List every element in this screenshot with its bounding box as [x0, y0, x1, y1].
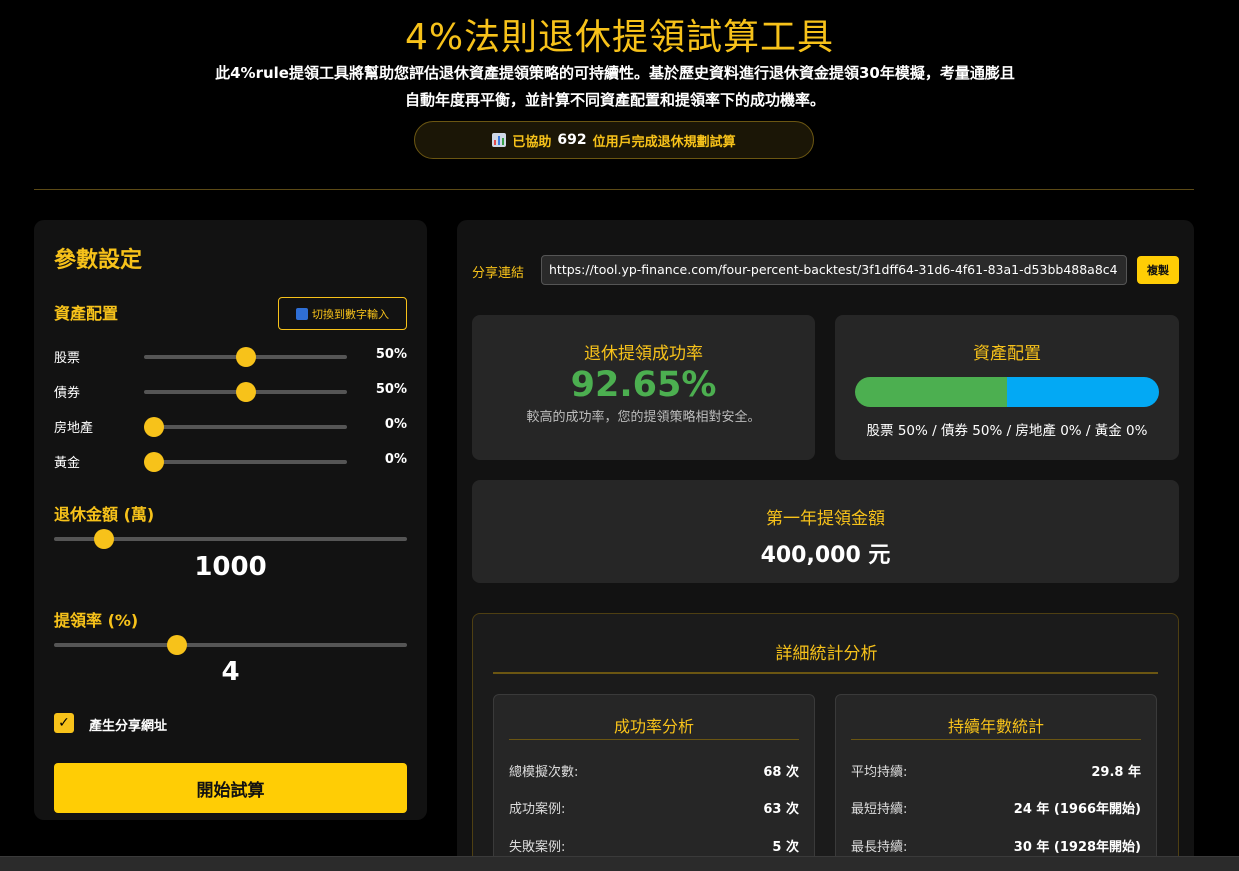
asset-row: 債券 50%	[54, 381, 407, 402]
withdrawal-rate-value: 4	[221, 657, 240, 687]
detail-stats-title: 詳細統計分析	[775, 644, 878, 664]
share-url-checkbox-label: 產生分享網址	[89, 719, 168, 734]
first-year-amount: 400,000 元	[760, 543, 891, 568]
asset-row: 股票 50%	[54, 346, 407, 367]
bar-chart-emoji-icon	[492, 133, 507, 147]
slider-track	[54, 643, 407, 647]
allocation-section-title: 資產配置	[54, 304, 119, 323]
stat-label: 最短持續:	[851, 802, 908, 817]
asset-value: 0%	[384, 452, 407, 467]
asset-row: 房地產 0%	[54, 416, 407, 437]
stat-label: 失敗案例:	[509, 840, 566, 855]
switch-button-label: 切換到數字輸入	[312, 307, 389, 321]
allocation-card: 資產配置 股票 50% / 債券 50% / 房地產 0% / 黃金 0%	[835, 315, 1179, 460]
stat-value: 30 年 (1928年開始)	[1013, 840, 1141, 855]
success-rate-card: 退休提領成功率 92.65% 較高的成功率，您的提領策略相對安全。	[472, 315, 815, 460]
settings-panel: 參數設定 資產配置 切換到數字輸入 股票 50% 債券 50% 房地產 0% 黃金 0% 退休…	[34, 220, 427, 820]
switch-to-number-input-button[interactable]: 切換到數字輸入	[278, 297, 407, 330]
share-url-checkbox[interactable]: ✓	[54, 713, 74, 733]
asset-label: 房地產	[54, 421, 94, 436]
users-suffix: 位用戶完成退休規劃試算	[592, 134, 736, 150]
horizontal-scrollbar[interactable]	[0, 856, 1239, 871]
allocation-card-title: 資產配置	[973, 344, 1041, 364]
asset-slider-handle[interactable]	[235, 382, 256, 402]
page-subtitle: 此4%rule提領工具將幫助您評估退休資產提領策略的可持續性。基於歷史資料進行退…	[215, 64, 1015, 109]
box-divider	[851, 739, 1141, 740]
box-divider	[509, 739, 799, 740]
users-count-badge: 已協助 692 位用戶完成退休規劃試算	[414, 121, 814, 159]
number-input-icon	[296, 307, 308, 320]
asset-value: 0%	[384, 417, 407, 432]
stat-value: 63 次	[763, 802, 799, 817]
header-divider	[34, 189, 1194, 190]
asset-label: 黃金	[54, 456, 81, 471]
stat-label: 平均持續:	[851, 765, 908, 780]
retire-amount-title: 退休金額 (萬)	[54, 505, 155, 524]
allocation-segment	[855, 377, 1007, 407]
success-analysis-box: 成功率分析 總模擬次數: 68 次成功案例: 63 次失敗案例: 5 次	[493, 694, 815, 871]
copy-button[interactable]: 複製	[1137, 256, 1179, 284]
stat-label: 最長持續:	[851, 840, 908, 855]
detail-stats-section: 詳細統計分析 成功率分析 總模擬次數: 68 次成功案例: 63 次失敗案例: 5 次…	[472, 613, 1179, 871]
asset-slider-handle[interactable]	[235, 347, 256, 367]
slider-handle[interactable]	[93, 529, 114, 549]
users-prefix: 已協助	[512, 134, 552, 150]
start-calculation-button[interactable]: 開始試算	[54, 763, 407, 813]
share-link-field[interactable]: https://tool.yp-finance.com/four-percent…	[541, 255, 1127, 285]
success-rate-value: 92.65%	[570, 365, 717, 405]
detail-divider	[493, 672, 1158, 674]
results-panel: 分享連結 https://tool.yp-finance.com/four-pe…	[457, 220, 1194, 871]
success-rate-title: 退休提領成功率	[584, 344, 703, 364]
asset-label: 股票	[54, 351, 81, 366]
duration-stats-box: 持續年數統計 平均持續: 29.8 年最短持續: 24 年 (1966年開始) 最長持…	[835, 694, 1157, 871]
asset-value: 50%	[375, 382, 407, 397]
allocation-bar	[855, 377, 1159, 407]
withdrawal-rate-slider[interactable]	[54, 635, 407, 655]
page-title: 4%法則退休提領試算工具	[404, 17, 835, 58]
stat-label: 成功案例:	[509, 802, 566, 817]
retire-amount-value: 1000	[194, 552, 267, 582]
asset-slider-track[interactable]	[144, 460, 347, 464]
asset-slider-track[interactable]	[144, 425, 347, 429]
success-rate-note: 較高的成功率，您的提領策略相對安全。	[526, 410, 761, 425]
stat-value: 68 次	[763, 765, 799, 780]
retire-amount-slider[interactable]	[54, 529, 407, 549]
users-count: 692	[557, 132, 587, 148]
first-year-title: 第一年提領金額	[766, 509, 885, 529]
allocation-segment	[1007, 377, 1159, 407]
allocation-summary: 股票 50% / 債券 50% / 房地產 0% / 黃金 0%	[866, 423, 1148, 439]
stat-value: 29.8 年	[1091, 765, 1141, 780]
stat-value: 24 年 (1966年開始)	[1013, 802, 1141, 817]
duration-stats-title: 持續年數統計	[947, 717, 1044, 736]
first-year-card: 第一年提領金額 400,000 元	[472, 480, 1179, 583]
share-link-label: 分享連結	[472, 266, 525, 281]
check-icon: ✓	[58, 715, 70, 731]
success-analysis-title: 成功率分析	[613, 717, 694, 736]
asset-slider-handle[interactable]	[144, 452, 164, 472]
withdrawal-rate-title: 提領率 (%)	[54, 611, 139, 630]
stat-value: 5 次	[772, 840, 799, 855]
asset-slider-handle[interactable]	[144, 417, 164, 437]
asset-value: 50%	[375, 347, 407, 362]
asset-label: 債券	[54, 386, 81, 401]
settings-title: 參數設定	[54, 248, 143, 273]
asset-row: 黃金 0%	[54, 451, 407, 472]
slider-handle[interactable]	[167, 635, 188, 655]
stat-label: 總模擬次數:	[509, 765, 579, 780]
